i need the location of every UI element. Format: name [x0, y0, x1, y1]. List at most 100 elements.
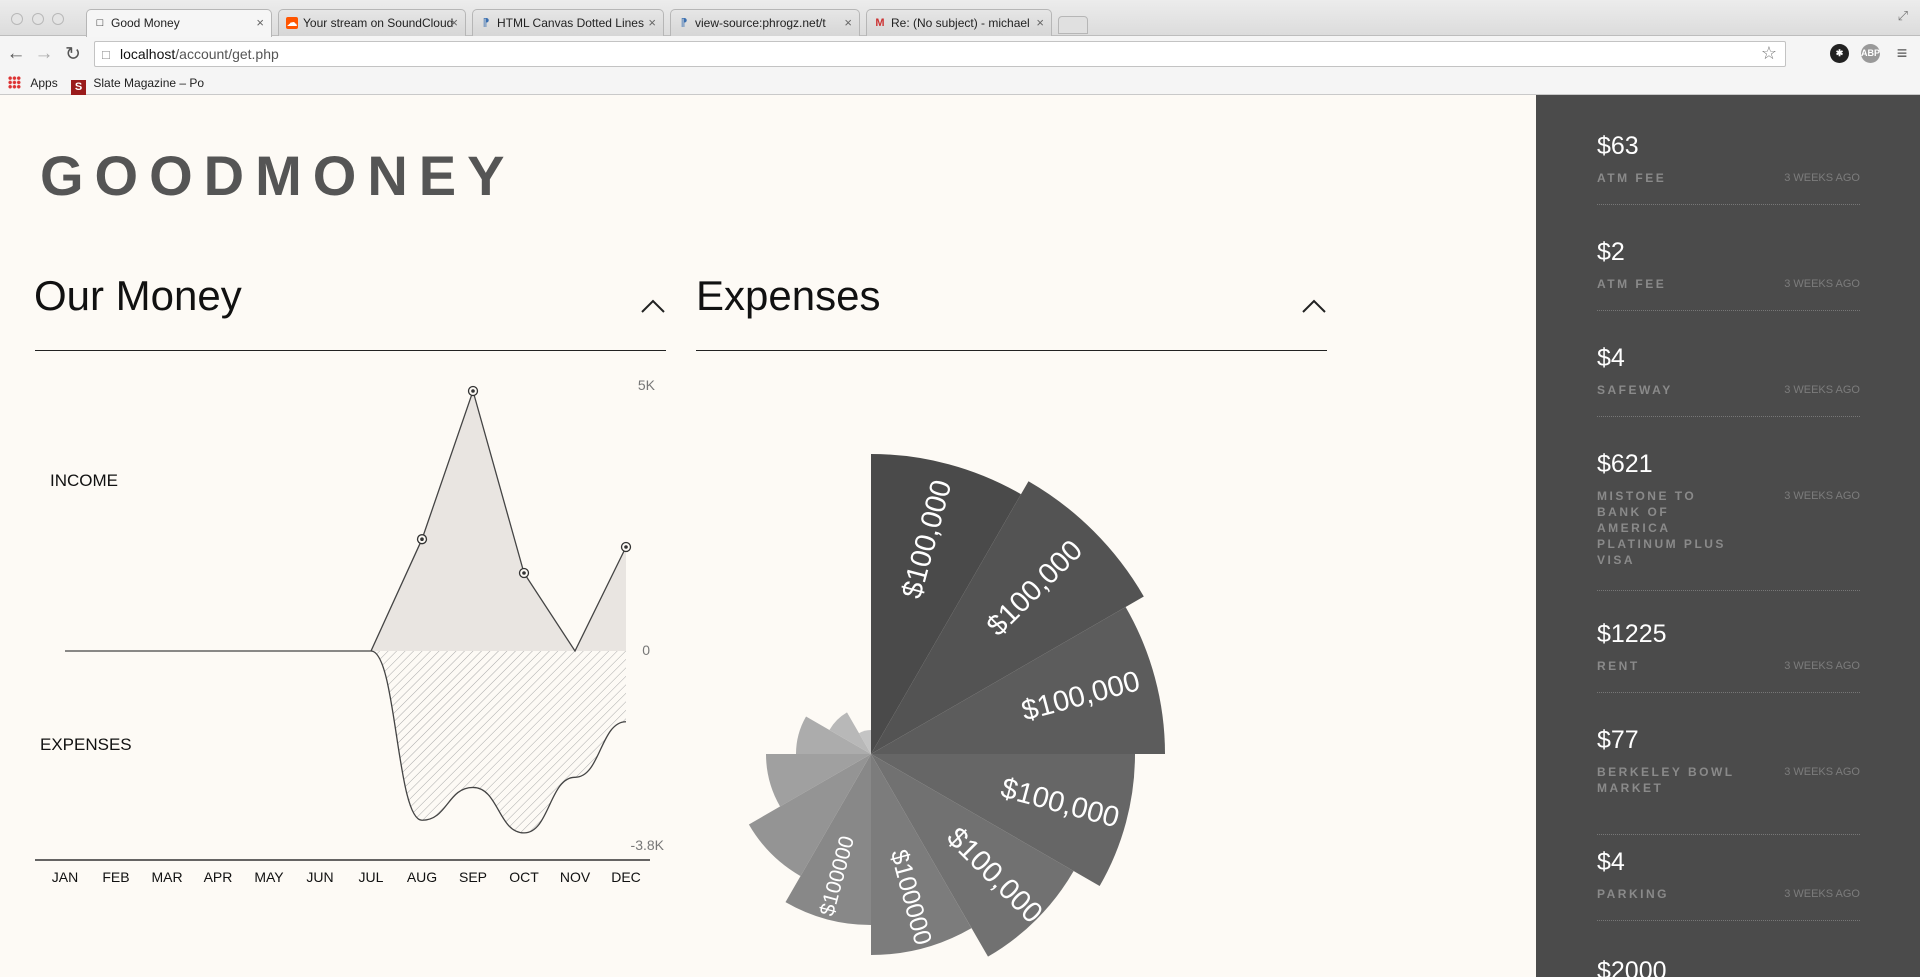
transaction-description: ATM FEE — [1597, 171, 1667, 185]
apps-bookmark[interactable]: Apps — [8, 76, 58, 90]
income-area — [371, 391, 626, 651]
tab-canvas-dotted-lines[interactable]: ⁋ HTML Canvas Dotted Lines × — [472, 9, 664, 36]
tab-title: view-source:phrogz.net/t — [695, 16, 826, 30]
transaction-description: RENT — [1597, 659, 1640, 673]
browser-toolbar: ← → ↻ □ localhost/account/get.php ☆ ✱ AB… — [0, 36, 1920, 72]
transaction-amount: $4 — [1597, 848, 1625, 876]
transaction-amount: $621 — [1597, 450, 1653, 478]
section-divider — [35, 350, 666, 351]
bookmark-label: Apps — [30, 76, 58, 90]
transaction-amount: $77 — [1597, 726, 1639, 754]
transaction-time: 3 WEEKS AGO — [1784, 278, 1860, 290]
transaction-amount: $4 — [1597, 344, 1625, 372]
income-point-dot — [522, 571, 526, 575]
slate-logo-icon: S — [71, 80, 86, 95]
bookmarks-bar: Apps S Slate Magazine – Po — [0, 72, 1920, 95]
x-tick-label: NOV — [560, 869, 591, 885]
close-tab-icon[interactable]: × — [648, 15, 656, 30]
transaction-time: 3 WEEKS AGO — [1784, 766, 1860, 778]
extension-icon[interactable]: ✱ — [1830, 44, 1849, 63]
apps-grid-icon — [8, 76, 21, 89]
x-tick-label: FEB — [102, 869, 129, 885]
income-point-dot — [624, 545, 628, 549]
our-money-title: Our Money — [34, 272, 242, 319]
transaction-item[interactable]: $2 ATM FEE 3 WEEKS AGO — [1597, 238, 1860, 311]
x-tick-label: OCT — [509, 869, 539, 885]
menu-icon[interactable]: ≡ — [1891, 43, 1913, 64]
fullscreen-icon[interactable]: ⤢ — [1898, 8, 1908, 24]
transaction-item[interactable]: $77 BERKELEY BOWL MARKET 3 WEEKS AGO — [1597, 726, 1860, 835]
divider — [1597, 834, 1860, 835]
transaction-item[interactable]: $2000 — [1597, 957, 1860, 977]
expenses-label: EXPENSES — [40, 735, 132, 754]
divider — [1597, 590, 1860, 591]
x-tick-label: DEC — [611, 869, 641, 885]
zoom-window-button[interactable] — [52, 13, 64, 25]
x-tick-label: SEP — [459, 869, 487, 885]
transaction-item[interactable]: $1225 RENT 3 WEEKS AGO — [1597, 620, 1860, 693]
new-tab-button[interactable] — [1058, 16, 1088, 34]
bookmark-label: Slate Magazine – Po — [93, 76, 205, 90]
transaction-description: ATM FEE — [1597, 277, 1667, 291]
page-icon: □ — [102, 47, 110, 62]
divider — [1597, 416, 1860, 417]
slate-bookmark[interactable]: S Slate Magazine – Po — [71, 76, 205, 95]
divider — [1597, 692, 1860, 693]
tab-title: Good Money — [111, 16, 180, 30]
transaction-amount: $1225 — [1597, 620, 1667, 648]
y-tick-zero: 0 — [642, 642, 650, 658]
expenses-chart: $100,000 $100,000$100,000$100,000$100,000… — [748, 454, 1165, 957]
stackoverflow-icon: ⁋ — [680, 17, 688, 29]
transaction-item[interactable]: $4 PARKING 3 WEEKS AGO — [1597, 848, 1860, 921]
bookmark-star-icon[interactable]: ☆ — [1761, 43, 1777, 64]
address-bar[interactable]: □ localhost/account/get.php ☆ — [94, 41, 1786, 67]
soundcloud-icon: ☁ — [286, 17, 298, 29]
back-arrow-icon[interactable]: ← — [5, 43, 27, 65]
transaction-time: 3 WEEKS AGO — [1784, 660, 1860, 672]
reload-icon[interactable]: ↻ — [62, 43, 84, 66]
gmail-icon: M — [875, 17, 885, 29]
y-tick-bottom: -3.8K — [631, 837, 665, 853]
tab-title: Re: (No subject) - michael — [891, 16, 1030, 30]
tab-soundcloud[interactable]: ☁ Your stream on SoundCloud × — [278, 9, 466, 36]
collapse-chevron-up-icon[interactable] — [640, 296, 666, 316]
tab-bar: □ Good Money × ☁ Your stream on SoundClo… — [0, 0, 1920, 37]
transaction-amount: $2000 — [1597, 957, 1667, 977]
close-tab-icon[interactable]: × — [844, 15, 852, 30]
transaction-time: 3 WEEKS AGO — [1784, 172, 1860, 184]
close-tab-icon[interactable]: × — [256, 15, 264, 30]
transaction-item[interactable]: $4 SAFEWAY 3 WEEKS AGO — [1597, 344, 1860, 417]
divider — [1597, 920, 1860, 921]
transaction-item[interactable]: $63 ATM FEE 3 WEEKS AGO — [1597, 132, 1860, 205]
tab-gmail[interactable]: M Re: (No subject) - michael × — [866, 9, 1052, 36]
forward-arrow-icon[interactable]: → — [33, 43, 55, 65]
adblock-icon[interactable]: ABP — [1861, 44, 1880, 63]
divider — [1597, 310, 1860, 311]
transaction-time: 3 WEEKS AGO — [1784, 384, 1860, 396]
stackoverflow-icon: ⁋ — [482, 17, 490, 29]
y-tick-top: 5K — [638, 377, 656, 393]
url-path: /account/get.php — [175, 46, 279, 62]
close-window-button[interactable] — [11, 13, 23, 25]
minimize-window-button[interactable] — [32, 13, 44, 25]
transaction-item[interactable]: $621 MISTONE TO BANK OF AMERICA PLATINUM … — [1597, 450, 1860, 591]
tab-title: Your stream on SoundCloud — [303, 16, 454, 30]
transaction-time: 3 WEEKS AGO — [1784, 888, 1860, 900]
section-divider — [696, 350, 1327, 351]
x-tick-label: AUG — [407, 869, 437, 885]
income-point-dot — [471, 389, 475, 393]
transaction-description: SAFEWAY — [1597, 383, 1673, 397]
tab-view-source[interactable]: ⁋ view-source:phrogz.net/t × — [670, 9, 860, 36]
url-host: localhost — [120, 46, 176, 62]
collapse-chevron-up-icon[interactable] — [1301, 296, 1327, 316]
close-tab-icon[interactable]: × — [450, 15, 458, 30]
divider — [1597, 204, 1860, 205]
x-tick-label: MAY — [254, 869, 284, 885]
close-tab-icon[interactable]: × — [1036, 15, 1044, 30]
x-tick-label: JAN — [52, 869, 78, 885]
transaction-amount: $2 — [1597, 238, 1625, 266]
income-label: INCOME — [50, 471, 118, 490]
expenses-title: Expenses — [696, 272, 881, 319]
tab-good-money[interactable]: □ Good Money × — [86, 9, 272, 37]
transaction-amount: $63 — [1597, 132, 1639, 160]
